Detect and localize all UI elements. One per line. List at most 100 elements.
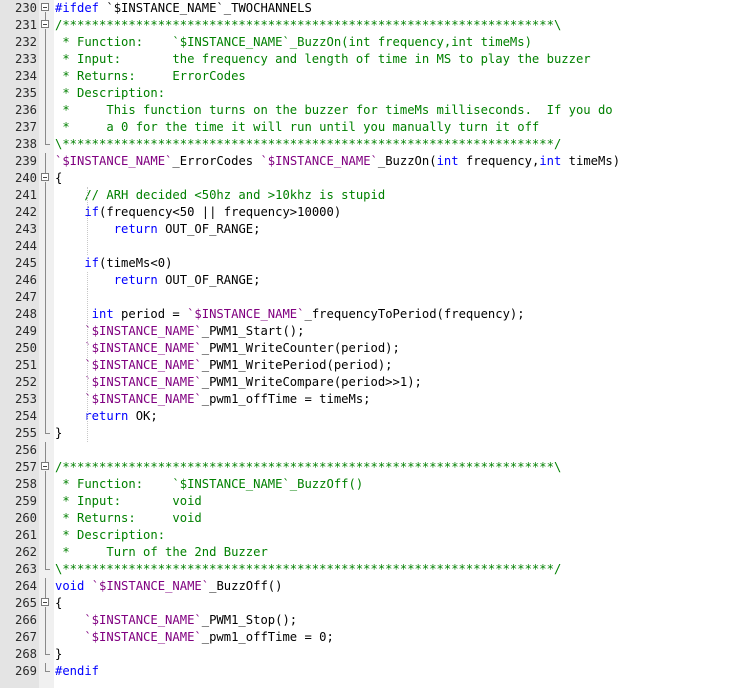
code-line[interactable]: 245 if(timeMs<0): [0, 255, 747, 272]
code-line[interactable]: 268}: [0, 646, 747, 663]
line-number: 234: [14, 69, 37, 83]
fold-toggle-icon[interactable]: [39, 459, 54, 476]
fold-guide-line: [39, 119, 54, 136]
code-token: * Function: `$INSTANCE_NAME`_BuzzOff(): [55, 477, 364, 491]
code-line[interactable]: 256: [0, 442, 747, 459]
fold-guide-line: [39, 442, 54, 459]
code-token: frequency,: [458, 154, 540, 168]
code-token: `$INSTANCE_NAME`: [187, 307, 305, 321]
code-text: `$INSTANCE_NAME`_pwm1_offTime = timeMs;: [55, 391, 370, 408]
code-token: _PWM1_WriteCounter(period);: [201, 341, 400, 355]
fold-guide-line: [39, 612, 54, 629]
line-number: 231: [14, 18, 37, 32]
line-number: 246: [14, 273, 37, 287]
fold-guide-line: [39, 68, 54, 85]
code-line[interactable]: 251 `$INSTANCE_NAME`_PWM1_WritePeriod(pe…: [0, 357, 747, 374]
code-line[interactable]: 255}: [0, 425, 747, 442]
code-editor[interactable]: 230 #ifdef `$INSTANCE_NAME`_TWOCHANNELS 23…: [0, 0, 747, 688]
line-number: 239: [14, 154, 37, 168]
code-line[interactable]: 240 {: [0, 170, 747, 187]
code-line[interactable]: 237 * a 0 for the time it will run until…: [0, 119, 747, 136]
line-number: 268: [14, 647, 37, 661]
fold-toggle-icon[interactable]: [39, 170, 54, 187]
code-line[interactable]: 269 #endif: [0, 663, 747, 680]
fold-end-marker: [39, 646, 54, 663]
code-token: _PWM1_Stop();: [201, 613, 298, 627]
code-text: * Description:: [55, 527, 165, 544]
fold-end-marker: [39, 561, 54, 578]
code-line[interactable]: 258 * Function: `$INSTANCE_NAME`_BuzzOff…: [0, 476, 747, 493]
code-line[interactable]: 236 * This function turns on the buzzer …: [0, 102, 747, 119]
code-token: }: [55, 426, 63, 440]
code-line[interactable]: 230 #ifdef `$INSTANCE_NAME`_TWOCHANNELS: [0, 0, 747, 17]
code-line[interactable]: 250 `$INSTANCE_NAME`_PWM1_WriteCounter(p…: [0, 340, 747, 357]
code-line[interactable]: 249 `$INSTANCE_NAME`_PWM1_Start();: [0, 323, 747, 340]
line-number: 258: [14, 477, 37, 491]
code-token: \***************************************…: [55, 137, 562, 151]
code-token: OK;: [128, 409, 158, 423]
fold-guide-line: [39, 272, 54, 289]
code-line[interactable]: 239 `$INSTANCE_NAME`_ErrorCodes `$INSTANC…: [0, 153, 747, 170]
code-line[interactable]: 259 * Input: void: [0, 493, 747, 510]
code-line[interactable]: 247: [0, 289, 747, 306]
code-line[interactable]: 234 * Returns: ErrorCodes: [0, 68, 747, 85]
fold-toggle-icon[interactable]: [39, 595, 54, 612]
code-token: if: [55, 256, 100, 270]
code-line[interactable]: 248 int period = `$INSTANCE_NAME`_freque…: [0, 306, 747, 323]
fold-guide-line: [39, 391, 54, 408]
code-token: #ifdef: [55, 1, 100, 15]
line-number: 263: [14, 562, 37, 576]
code-line[interactable]: 266 `$INSTANCE_NAME`_PWM1_Stop();: [0, 612, 747, 629]
code-text: #endif: [55, 663, 99, 680]
code-token: return: [55, 273, 158, 287]
code-line[interactable]: 244: [0, 238, 747, 255]
indent-guide: [87, 272, 88, 289]
code-line[interactable]: 242 if(frequency<50 || frequency>10000): [0, 204, 747, 221]
code-line[interactable]: 232 * Function: `$INSTANCE_NAME`_BuzzOn(…: [0, 34, 747, 51]
code-line[interactable]: 267 `$INSTANCE_NAME`_pwm1_offTime = 0;: [0, 629, 747, 646]
code-token: * Turn of the 2nd Buzzer: [55, 545, 268, 559]
code-text: * Turn of the 2nd Buzzer: [55, 544, 268, 561]
code-line[interactable]: 257 /************************************…: [0, 459, 747, 476]
fold-toggle-icon[interactable]: [39, 0, 54, 17]
code-line[interactable]: 254 return OK;: [0, 408, 747, 425]
code-line[interactable]: 261 * Description:: [0, 527, 747, 544]
code-line[interactable]: 253 `$INSTANCE_NAME`_pwm1_offTime = time…: [0, 391, 747, 408]
code-line[interactable]: 246 return OUT_OF_RANGE;: [0, 272, 747, 289]
code-line[interactable]: 262 * Turn of the 2nd Buzzer: [0, 544, 747, 561]
code-token: return: [55, 222, 158, 236]
line-number: 243: [14, 222, 37, 236]
fold-guide-line: [39, 374, 54, 391]
line-number: 240: [14, 171, 37, 185]
code-line[interactable]: 263 \************************************…: [0, 561, 747, 578]
code-line[interactable]: 233 * Input: the frequency and length of…: [0, 51, 747, 68]
code-token: void: [55, 579, 85, 593]
code-line[interactable]: 231 /************************************…: [0, 17, 747, 34]
code-text: `$INSTANCE_NAME`_PWM1_WritePeriod(period…: [55, 357, 392, 374]
code-text: if(frequency<50 || frequency>10000): [55, 204, 341, 221]
code-token: (timeMs<0): [99, 256, 173, 270]
fold-toggle-icon[interactable]: [39, 17, 54, 34]
line-number: 232: [14, 35, 37, 49]
code-line[interactable]: 238 \************************************…: [0, 136, 747, 153]
code-line[interactable]: 252 `$INSTANCE_NAME`_PWM1_WriteCompare(p…: [0, 374, 747, 391]
code-token: int: [436, 154, 459, 168]
code-line[interactable]: 243 return OUT_OF_RANGE;: [0, 221, 747, 238]
code-token: \***************************************…: [55, 562, 562, 576]
code-token: // ARH decided <50hz and >10khz is stupi…: [55, 188, 386, 202]
code-line[interactable]: 260 * Returns: void: [0, 510, 747, 527]
line-number: 237: [14, 120, 37, 134]
code-line[interactable]: 265 {: [0, 595, 747, 612]
code-line[interactable]: 235 * Description:: [0, 85, 747, 102]
code-token: OUT_OF_RANGE;: [157, 273, 261, 287]
code-token: `$INSTANCE_NAME`: [55, 375, 202, 389]
code-token: _pwm1_offTime = 0;: [201, 630, 334, 644]
code-line[interactable]: 264 void `$INSTANCE_NAME`_BuzzOff(): [0, 578, 747, 595]
fold-guide-line: [39, 238, 54, 255]
code-text: }: [55, 425, 62, 442]
code-text: * Returns: void: [55, 510, 201, 527]
line-number: 266: [14, 613, 37, 627]
line-number: 265: [14, 596, 37, 610]
code-line[interactable]: 241 // ARH decided <50hz and >10khz is s…: [0, 187, 747, 204]
code-token: `$INSTANCE_NAME`: [260, 154, 378, 168]
